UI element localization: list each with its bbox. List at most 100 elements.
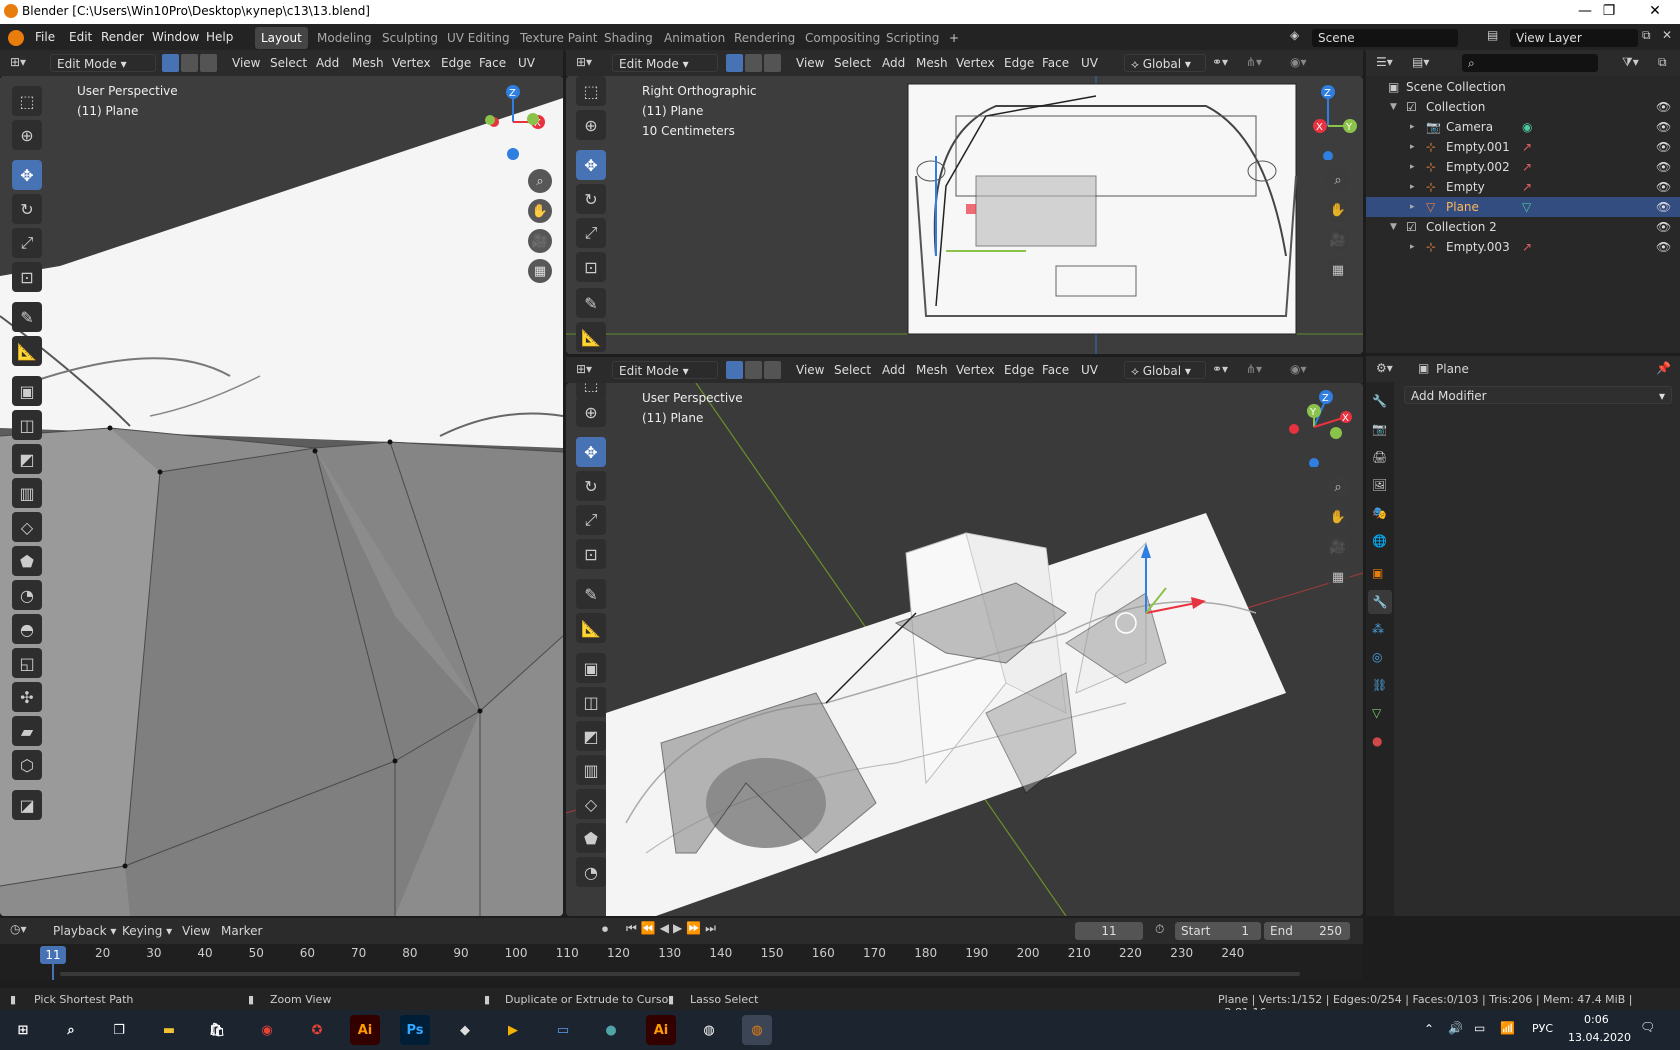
menu-face[interactable]: Face [479, 56, 506, 70]
smooth-tool-icon[interactable]: ◓ [12, 614, 42, 644]
editor-type-icon[interactable]: ⊞▾ [10, 55, 26, 69]
current-frame-field[interactable]: 11 [1075, 922, 1143, 940]
poly-build-tool-icon[interactable]: ⬟ [576, 823, 606, 853]
edge-select-icon[interactable] [181, 54, 198, 72]
camera-icon[interactable]: 🎥 [1326, 228, 1350, 252]
data-tab-icon[interactable]: ▽ [1372, 706, 1381, 720]
store-icon[interactable]: 🛍 [202, 1015, 232, 1045]
spin-tool-icon[interactable]: ◔ [576, 857, 606, 887]
view-layer-icon[interactable]: ▤ [1487, 28, 1503, 46]
language-indicator[interactable]: РУС [1532, 1022, 1553, 1035]
menu-window[interactable]: Window [152, 30, 199, 44]
start-frame-field[interactable]: Start 1 [1175, 922, 1261, 940]
rotate-tool-icon[interactable]: ↻ [576, 471, 606, 501]
menu-add[interactable]: Add [882, 363, 905, 377]
tab-layout[interactable]: Layout [255, 27, 308, 49]
expand-arrow-icon[interactable]: ▸ [1410, 237, 1415, 257]
menu-face[interactable]: Face [1042, 363, 1069, 377]
orientation-dropdown[interactable]: ⟡ Global ▾ [1124, 54, 1206, 72]
menu-vertex[interactable]: Vertex [392, 56, 431, 70]
illustrator-icon[interactable]: Ai [350, 1015, 380, 1045]
select-box-icon[interactable]: ⬚ [12, 86, 42, 116]
annotate-tool-icon[interactable]: ✎ [576, 288, 606, 318]
scale-tool-icon[interactable]: ⤢ [576, 218, 606, 248]
tab-modeling[interactable]: Modeling [311, 27, 378, 49]
timeline-scrollbar[interactable] [60, 972, 1300, 976]
ortho-toggle-icon[interactable]: ▦ [528, 259, 552, 283]
menu-file[interactable]: File [35, 30, 55, 44]
proportional-edit-icon[interactable]: ◉▾ [1290, 55, 1307, 69]
ortho-nav-gizmo[interactable]: Z Y X [1298, 80, 1360, 160]
menu-vertex[interactable]: Vertex [956, 363, 995, 377]
annotate-tool-icon[interactable]: ✎ [576, 579, 606, 609]
cursor-tool-icon[interactable]: ⊕ [576, 397, 606, 427]
mode-dropdown[interactable]: Edit Mode ▾ [612, 361, 718, 379]
edge-select-icon[interactable] [745, 54, 762, 72]
tab-texture-paint[interactable]: Texture Paint [514, 27, 603, 49]
loop-cut-tool-icon[interactable]: ▥ [576, 755, 606, 785]
mode-dropdown[interactable]: Edit Mode ▾ [612, 54, 718, 72]
panel-toggle-icon[interactable]: ◪ [12, 790, 42, 820]
object-data-icon[interactable]: ↗ [1522, 157, 1532, 177]
wifi-icon[interactable]: 📶 [1500, 1021, 1515, 1035]
menu-view[interactable]: View [182, 924, 210, 938]
menu-uv[interactable]: UV [1081, 363, 1098, 377]
chrome-icon[interactable]: ◉ [252, 1015, 282, 1045]
start-icon[interactable]: ⊞ [8, 1015, 38, 1045]
left-nav-gizmo[interactable]: Z X [478, 82, 552, 162]
left-viewport[interactable]: ⬚ ⊕ ✥ ↻ ⤢ ⊡ ✎ 📐 ▣ ◫ ◩ ▥ ◇ ⬟ ◔ ◓ ◱ ✣ ▰ ⬡ … [0, 76, 563, 916]
tab-scripting[interactable]: Scripting [880, 27, 945, 49]
mode-dropdown[interactable]: Edit Mode ▾ [50, 54, 156, 72]
menu-add[interactable]: Add [316, 56, 339, 70]
extrude-tool-icon[interactable]: ▣ [12, 376, 42, 406]
shear-tool-icon[interactable]: ▰ [12, 716, 42, 746]
clock-date[interactable]: 13.04.2020 [1568, 1031, 1631, 1044]
scale-tool-icon[interactable]: ⤢ [12, 228, 42, 258]
menu-mesh[interactable]: Mesh [916, 56, 948, 70]
close-icon[interactable]: ✕ [1632, 0, 1678, 24]
record-icon[interactable]: ⏺ [602, 922, 608, 937]
menu-edge[interactable]: Edge [1004, 56, 1034, 70]
extrude-tool-icon[interactable]: ▣ [576, 653, 606, 683]
transform-tool-icon[interactable]: ⊡ [12, 262, 42, 292]
menu-view[interactable]: View [796, 56, 824, 70]
object-data-icon[interactable]: ▽ [1522, 197, 1531, 217]
knife-tool-icon[interactable]: ◇ [576, 789, 606, 819]
inset-tool-icon[interactable]: ◫ [12, 410, 42, 440]
tab-uv-editing[interactable]: UV Editing [441, 27, 516, 49]
outliner-item[interactable]: ▸ ⊹ Empty ↗ 👁 [1366, 177, 1680, 197]
outliner-scene-collection[interactable]: ▣ Scene Collection [1366, 77, 1680, 97]
poly-build-tool-icon[interactable]: ⬟ [12, 546, 42, 576]
editor-type-icon[interactable]: ⚙▾ [1376, 361, 1393, 375]
visibility-eye-icon[interactable]: 👁 [1656, 97, 1671, 117]
bevel-tool-icon[interactable]: ◩ [576, 721, 606, 751]
menu-edit[interactable]: Edit [69, 30, 92, 44]
bottom-right-viewport[interactable]: ⬚ ⊕ ✥ ↻ ⤢ ⊡ ✎ 📐 ▣ ◫ ◩ ▥ ◇ ⬟ ◔ User Persp… [566, 383, 1363, 916]
constraints-tab-icon[interactable]: ⛓ [1372, 678, 1387, 692]
menu-uv[interactable]: UV [1081, 56, 1098, 70]
editor-type-icon[interactable]: ⊞▾ [576, 362, 592, 376]
world-tab-icon[interactable]: 🌐 [1372, 534, 1387, 548]
zoom-icon[interactable]: ⌕ [1326, 168, 1350, 192]
pan-icon[interactable]: ✋ [528, 199, 552, 223]
face-select-icon[interactable] [764, 54, 781, 72]
pin-icon[interactable]: 📌 [1656, 361, 1671, 375]
expand-arrow-icon[interactable]: ▼ [1390, 97, 1397, 117]
menu-view[interactable]: View [232, 56, 260, 70]
editor-type-icon[interactable]: ☰▾ [1376, 55, 1393, 69]
camera-icon[interactable]: 🎥 [528, 229, 552, 253]
menu-mesh[interactable]: Mesh [352, 56, 384, 70]
menu-marker[interactable]: Marker [221, 924, 262, 938]
measure-tool-icon[interactable]: 📐 [576, 613, 606, 643]
end-frame-field[interactable]: End 250 [1264, 922, 1350, 940]
visibility-eye-icon[interactable]: 👁 [1656, 217, 1671, 237]
remove-view-layer-icon[interactable]: ✕ [1662, 28, 1672, 42]
playhead-frame-label[interactable]: 11 [40, 946, 66, 964]
outliner-item[interactable]: ▸ 📷 Camera ◉ 👁 [1366, 117, 1680, 137]
outliner-item[interactable]: ▸ ▽ Plane ▽ 👁 [1366, 197, 1680, 217]
persp-nav-gizmo[interactable]: Z Y X [1282, 387, 1356, 467]
tab-rendering[interactable]: Rendering [728, 27, 801, 49]
add-modifier-dropdown[interactable]: Add Modifier ▾ [1404, 386, 1672, 404]
shrink-fatten-tool-icon[interactable]: ✣ [12, 682, 42, 712]
proportional-edit-icon[interactable]: ◉▾ [1290, 362, 1307, 376]
